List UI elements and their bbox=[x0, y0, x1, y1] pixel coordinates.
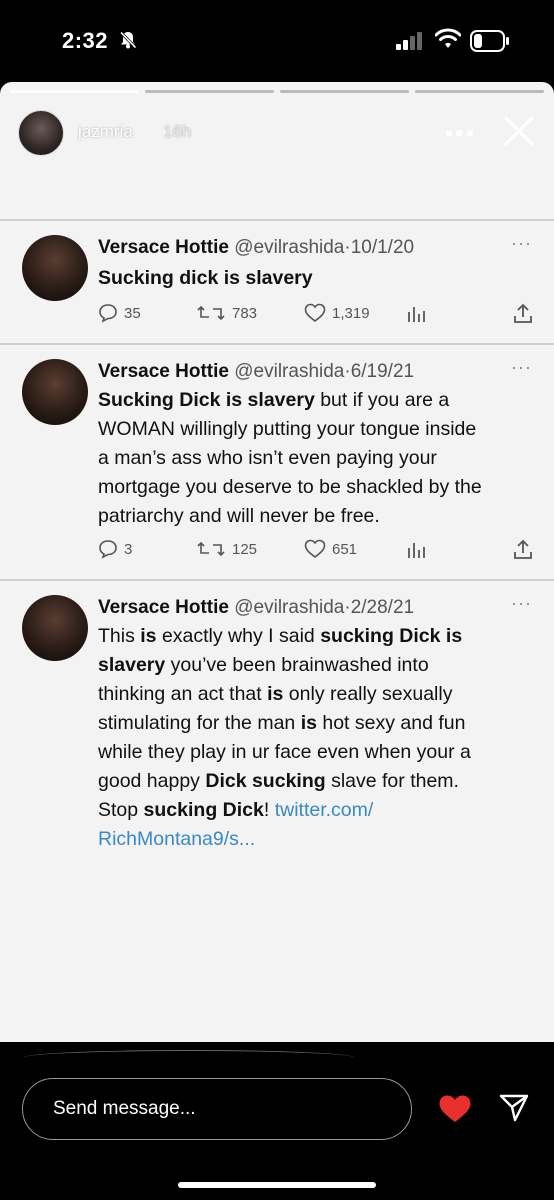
reply-icon bbox=[99, 304, 117, 323]
share-icon[interactable] bbox=[512, 303, 534, 325]
retweet-count: 125 bbox=[232, 540, 258, 558]
retweet-icon bbox=[197, 305, 225, 321]
reply-count: 35 bbox=[124, 304, 141, 322]
status-time: 2:32 bbox=[62, 28, 109, 53]
views-icon[interactable] bbox=[406, 540, 426, 560]
reply-button[interactable]: 3 bbox=[98, 539, 132, 559]
tweet-more-icon[interactable]: ··· bbox=[511, 593, 532, 614]
story-username[interactable]: jazmria bbox=[78, 122, 133, 142]
retweet-button[interactable]: 125 bbox=[196, 539, 257, 559]
like-button[interactable]: 1,319 bbox=[304, 303, 370, 323]
retweet-count: 783 bbox=[232, 304, 258, 322]
bell-slash-icon bbox=[119, 31, 137, 49]
retweet-button[interactable]: 783 bbox=[196, 303, 257, 323]
like-button[interactable]: 651 bbox=[304, 539, 357, 559]
like-count: 651 bbox=[332, 540, 358, 558]
progress-segment bbox=[10, 90, 139, 93]
heart-outline-icon bbox=[304, 303, 326, 323]
reply-button[interactable]: 35 bbox=[98, 303, 141, 323]
heart-icon[interactable] bbox=[438, 1094, 472, 1124]
signal-icon bbox=[396, 32, 422, 50]
tweet-divider bbox=[0, 219, 554, 221]
send-icon[interactable] bbox=[498, 1092, 530, 1124]
tweet-avatar[interactable] bbox=[22, 595, 88, 661]
story-card: jazmria 16h ••• Versace Hottie @evilrash… bbox=[0, 82, 554, 1042]
reply-icon bbox=[99, 540, 117, 559]
tweet-text: Sucking dick is slavery bbox=[98, 267, 313, 289]
tweet-more-icon[interactable]: ··· bbox=[511, 233, 532, 254]
send-message-input[interactable]: Send message... bbox=[22, 1078, 412, 1140]
tweet-header: Versace Hottie @evilrashida·2/28/21 bbox=[98, 597, 414, 619]
retweet-icon bbox=[197, 541, 225, 557]
more-options-icon[interactable]: ••• bbox=[445, 120, 476, 148]
tweet-text: This is exactly why I said sucking Dick … bbox=[98, 625, 471, 850]
tweet-handle-date: @evilrashida·10/1/20 bbox=[234, 237, 415, 258]
status-bar: 2:32 bbox=[0, 0, 554, 82]
share-icon[interactable] bbox=[512, 539, 534, 561]
story-header: jazmria 16h ••• bbox=[18, 110, 536, 156]
tweet-divider bbox=[0, 579, 554, 581]
story-age: 16h bbox=[163, 122, 192, 141]
heart-outline-icon bbox=[304, 539, 326, 559]
user-avatar[interactable] bbox=[18, 110, 64, 156]
tweet-actions: 3 125 651 bbox=[98, 539, 538, 565]
quick-reactions-hint bbox=[24, 1050, 354, 1065]
reply-bar: Send message... bbox=[0, 1042, 554, 1200]
tweet-avatar[interactable] bbox=[22, 359, 88, 425]
tweet-handle-date: @evilrashida·6/19/21 bbox=[234, 361, 415, 382]
progress-segment bbox=[280, 90, 409, 93]
tweet-header: Versace Hottie @evilrashida·10/1/20 bbox=[98, 237, 414, 259]
reply-count: 3 bbox=[124, 540, 133, 558]
tweet-divider bbox=[0, 343, 554, 345]
tweet-more-icon[interactable]: ··· bbox=[511, 357, 532, 378]
tweet-avatar[interactable] bbox=[22, 235, 88, 301]
wifi-icon bbox=[435, 28, 461, 48]
send-message-placeholder: Send message... bbox=[53, 1098, 196, 1119]
tweet-author-name[interactable]: Versace Hottie bbox=[98, 237, 229, 258]
views-icon[interactable] bbox=[406, 304, 426, 324]
tweet-text: Sucking Dick is slavery but if you are a… bbox=[98, 389, 482, 527]
like-count: 1,319 bbox=[332, 304, 370, 322]
tweet-handle-date: @evilrashida·2/28/21 bbox=[234, 597, 415, 618]
home-indicator bbox=[178, 1182, 376, 1188]
tweet-header: Versace Hottie @evilrashida·6/19/21 bbox=[98, 361, 414, 383]
tweet-actions: 35 783 1,319 bbox=[98, 303, 538, 329]
close-icon[interactable] bbox=[502, 114, 536, 148]
battery-icon bbox=[470, 30, 509, 52]
progress-segment bbox=[415, 90, 544, 93]
progress-segment bbox=[145, 90, 274, 93]
story-progress bbox=[10, 90, 544, 93]
tweet-author-name[interactable]: Versace Hottie bbox=[98, 361, 229, 382]
tweet-author-name[interactable]: Versace Hottie bbox=[98, 597, 229, 618]
